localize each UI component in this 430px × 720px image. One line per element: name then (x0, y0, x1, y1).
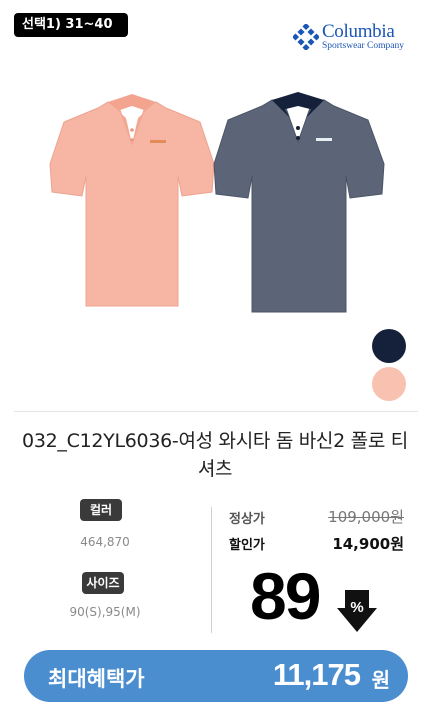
brand-logo: Columbia Sportswear Company (292, 21, 404, 52)
color-option-label: 컬러 (80, 499, 122, 521)
max-benefit-value: 11,175 (272, 657, 361, 692)
size-option-label: 사이즈 (82, 572, 124, 594)
max-benefit-price-button[interactable]: 최대혜택가 11,175 원 (24, 650, 408, 702)
section-divider (14, 411, 418, 412)
max-benefit-label: 최대혜택가 (48, 667, 145, 691)
product-card[interactable]: 선택1) 31~40 Columbia Sportswear Company 0… (0, 0, 430, 720)
sale-price-label: 할인가 (229, 538, 265, 553)
discount-percent-symbol: % (350, 599, 363, 616)
product-image[interactable] (14, 70, 414, 340)
size-option-value: 90(S),95(M) (69, 605, 141, 619)
brand-name: Columbia (321, 21, 395, 42)
product-title[interactable]: 032_C12YL6036-여성 와시타 돔 바신2 폴로 티셔츠 (20, 427, 410, 483)
color-swatch-pink[interactable] (372, 367, 406, 401)
navy-polo-shirt-image (213, 92, 385, 313)
discount-down-arrow-icon: % (337, 590, 377, 632)
pink-polo-shirt-image (49, 94, 215, 307)
color-option-value: 464,870 (80, 535, 130, 549)
sale-price-value: 14,900원 (332, 535, 404, 553)
columbia-diamond-icon (292, 23, 319, 50)
max-benefit-unit: 원 (371, 668, 390, 692)
discount-rate: 89 (250, 559, 321, 633)
option-group-badge: 선택1) 31~40 (14, 13, 128, 37)
vertical-divider (211, 507, 212, 633)
color-swatch-navy[interactable] (372, 329, 406, 363)
brand-tagline: Sportswear Company (321, 41, 404, 51)
regular-price-label: 정상가 (229, 512, 265, 527)
regular-price-value: 109,000원 (328, 508, 404, 526)
